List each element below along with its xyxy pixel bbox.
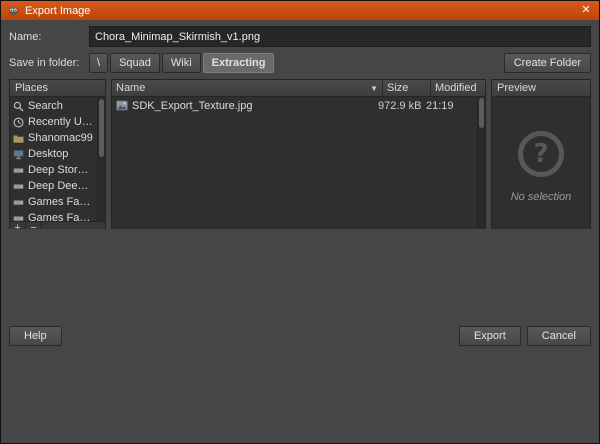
place-label: Deep Deep Stor...: [28, 180, 94, 192]
gimp-app-icon: [7, 4, 20, 17]
breadcrumb: \ Squad Wiki Extracting: [89, 53, 275, 73]
breadcrumb-squad[interactable]: Squad: [110, 53, 160, 73]
search-icon: [13, 101, 24, 112]
filename-input[interactable]: [89, 26, 591, 47]
export-image-dialog: Export Image ✕ Name: Save in folder: \ S…: [0, 0, 600, 444]
file-list-scrollbar-thumb[interactable]: [479, 98, 484, 128]
create-folder-button[interactable]: Create Folder: [503, 53, 591, 73]
file-row[interactable]: SDK_Export_Texture.jpg 972.9 kB 21:19: [112, 97, 477, 114]
preview-body: ? No selection: [492, 97, 590, 229]
column-header-size[interactable]: Size: [382, 80, 430, 96]
place-item-home[interactable]: Shanomac99: [10, 130, 97, 146]
places-scrollbar[interactable]: [97, 97, 105, 221]
main-area: Places Search Recently Used Shanomac99 D…: [9, 79, 591, 229]
file-list-panel: Name ▼ Size Modified SDK_Export_Texture.…: [111, 79, 486, 229]
name-column-label: Name: [116, 82, 146, 94]
drive-icon: [13, 213, 24, 222]
file-list-scrollbar[interactable]: [477, 97, 485, 229]
desktop-icon: [13, 149, 24, 160]
name-label: Name:: [9, 30, 42, 43]
places-footer: + −: [10, 221, 105, 229]
help-button[interactable]: Help: [9, 325, 62, 346]
size-column-label: Size: [387, 82, 409, 94]
place-item-search[interactable]: Search: [10, 98, 97, 114]
breadcrumb-extracting[interactable]: Extracting: [202, 53, 275, 73]
cancel-button[interactable]: Cancel: [526, 325, 591, 346]
place-item-drive-e[interactable]: Games Fast2 (E:): [10, 194, 97, 210]
preview-header: Preview: [492, 80, 590, 97]
folder-row: Save in folder: \ Squad Wiki Extracting …: [9, 53, 591, 73]
modified-column-label: Modified: [435, 82, 477, 94]
drive-icon: [13, 181, 24, 192]
titlebar[interactable]: Export Image ✕: [1, 1, 599, 20]
window-title: Export Image: [25, 4, 91, 17]
sort-desc-icon[interactable]: ▼: [370, 84, 378, 93]
save-in-folder-label: Save in folder:: [9, 57, 80, 69]
file-list-header: Name ▼ Size Modified: [112, 80, 485, 97]
places-header: Places: [10, 80, 105, 97]
column-header-modified[interactable]: Modified: [430, 80, 485, 96]
place-item-drive-g[interactable]: Deep Storage (G:): [10, 162, 97, 178]
column-header-name[interactable]: Name ▼: [112, 80, 382, 96]
dialog-body: Name: Save in folder: \ Squad Wiki Extra…: [1, 20, 599, 229]
places-scrollbar-thumb[interactable]: [99, 99, 104, 157]
place-label: Games Fast2 (E:): [28, 196, 94, 208]
places-panel: Places Search Recently Used Shanomac99 D…: [9, 79, 106, 229]
place-label: Recently Used: [28, 116, 94, 128]
place-item-drive-d[interactable]: Games Fast (D:): [10, 210, 97, 221]
places-list: Search Recently Used Shanomac99 Desktop …: [10, 97, 97, 221]
image-file-icon: [116, 100, 128, 111]
file-rows: SDK_Export_Texture.jpg 972.9 kB 21:19: [112, 97, 477, 229]
question-icon: ?: [518, 130, 564, 177]
breadcrumb-root[interactable]: \: [89, 53, 109, 73]
place-label: Deep Storage (G:): [28, 164, 94, 176]
preview-panel: Preview ? No selection: [491, 79, 591, 229]
drive-icon: [13, 165, 24, 176]
drive-icon: [13, 197, 24, 208]
file-modified: 21:19: [426, 99, 454, 112]
place-label: Shanomac99: [28, 132, 93, 144]
file-size: 972.9 kB: [378, 99, 422, 112]
place-item-desktop[interactable]: Desktop: [10, 146, 97, 162]
no-selection-text: No selection: [510, 190, 572, 203]
clock-icon: [13, 116, 24, 128]
file-name: SDK_Export_Texture.jpg: [132, 99, 253, 112]
name-row: Name:: [9, 26, 591, 47]
place-label: Search: [28, 100, 63, 112]
place-item-recently-used[interactable]: Recently Used: [10, 114, 97, 130]
place-label: Games Fast (D:): [28, 212, 94, 221]
export-button[interactable]: Export: [458, 325, 521, 346]
close-icon[interactable]: ✕: [579, 5, 593, 16]
place-label: Desktop: [28, 148, 69, 160]
breadcrumb-wiki[interactable]: Wiki: [161, 53, 201, 73]
folder-icon: [13, 133, 24, 144]
place-item-drive-deep[interactable]: Deep Deep Stor...: [10, 178, 97, 194]
dialog-footer: Help Export Cancel: [1, 229, 599, 444]
